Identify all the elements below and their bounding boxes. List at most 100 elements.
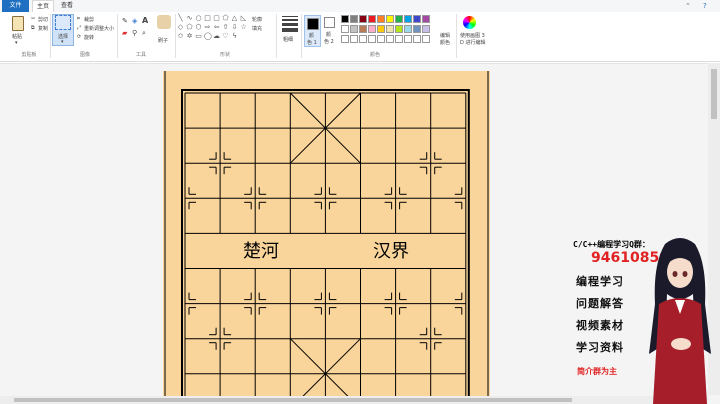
palette-swatch[interactable] <box>422 15 430 23</box>
copy-icon[interactable]: ⧉ <box>31 25 35 31</box>
palette-swatch[interactable] <box>377 25 385 33</box>
palette-swatch[interactable] <box>422 25 430 33</box>
edit-colors-button[interactable]: 编辑 <box>440 32 450 39</box>
lightning-shape-icon[interactable]: ϟ <box>231 33 238 40</box>
palette-swatch[interactable] <box>341 15 349 23</box>
rectangle-shape-icon[interactable]: □ <box>204 15 211 22</box>
ribbon-tab-bar: 文件 主页 查看 ⌃ ? <box>0 0 720 12</box>
drawing-canvas[interactable]: 楚河 汉界 <box>163 71 490 404</box>
palette-swatch[interactable] <box>368 25 376 33</box>
palette-swatch[interactable] <box>359 25 367 33</box>
scrollbar-thumb[interactable] <box>711 69 717 119</box>
resize-icon[interactable]: ⤢ <box>77 25 81 31</box>
eraser-icon[interactable]: ▰ <box>122 29 127 37</box>
chevron-down-icon[interactable]: ▾ <box>61 39 64 45</box>
edit-colors-label-2: 颜色 <box>440 40 451 46</box>
outline-button[interactable]: 轮廓 <box>252 16 262 23</box>
oval-shape-icon[interactable]: ○ <box>195 15 202 22</box>
cut-icon[interactable]: ✂ <box>31 16 35 22</box>
arrow-down-shape-icon[interactable]: ⇩ <box>231 24 238 31</box>
hexagon-shape-icon[interactable]: ⬡ <box>195 24 202 31</box>
pentagon-shape-icon[interactable]: ⬠ <box>186 24 193 31</box>
palette-swatch[interactable] <box>404 25 412 33</box>
palette-swatch[interactable] <box>386 15 394 23</box>
arrow-up-shape-icon[interactable]: ⇧ <box>222 24 229 31</box>
rotate-button[interactable]: 旋转 <box>84 34 94 41</box>
cloud-shape-icon[interactable]: ☁ <box>213 33 220 40</box>
cut-button[interactable]: 剪切 <box>38 16 48 23</box>
palette-swatch[interactable] <box>350 15 358 23</box>
river-label-left: 楚河 <box>243 241 279 262</box>
palette-swatch[interactable] <box>350 35 358 43</box>
diamond-shape-icon[interactable]: ◇ <box>177 24 184 31</box>
chevron-down-icon[interactable]: ▾ <box>15 40 18 46</box>
tab-home[interactable]: 主页 <box>32 0 54 12</box>
magnifier-icon[interactable]: ⌕ <box>142 29 146 38</box>
pencil-icon[interactable]: ✎ <box>122 17 128 25</box>
brushes-button[interactable]: 刷子 <box>158 37 168 44</box>
brush-icon[interactable] <box>157 15 171 29</box>
callout-rect-shape-icon[interactable]: ▭ <box>195 33 202 40</box>
palette-swatch[interactable] <box>368 35 376 43</box>
color2-button[interactable]: 颜 色 2 <box>323 15 337 47</box>
resize-button[interactable]: 重新调整大小 <box>84 25 114 32</box>
paste-icon[interactable] <box>12 16 24 31</box>
rotate-icon[interactable]: ⟳ <box>77 34 81 40</box>
color1-button[interactable]: 颜 色 1 <box>304 15 321 47</box>
fill-icon[interactable]: ◈ <box>132 17 137 25</box>
callout-oval-shape-icon[interactable]: ◯ <box>204 33 212 40</box>
palette-swatch[interactable] <box>359 15 367 23</box>
palette-swatch[interactable] <box>395 25 403 33</box>
scrollbar-thumb[interactable] <box>14 398 572 402</box>
tab-file[interactable]: 文件 <box>2 0 29 12</box>
edit-colors-icon[interactable] <box>463 16 476 29</box>
arrow-right-shape-icon[interactable]: ⇨ <box>204 24 211 31</box>
tab-view[interactable]: 查看 <box>56 0 78 12</box>
palette-swatch[interactable] <box>350 25 358 33</box>
star6-shape-icon[interactable]: ✡ <box>186 33 193 40</box>
palette-swatch[interactable] <box>341 25 349 33</box>
copy-button[interactable]: 复制 <box>38 25 48 32</box>
chevron-up-icon[interactable]: ⌃ <box>685 2 691 10</box>
size-icon[interactable] <box>282 16 298 34</box>
shapes-gallery: ╲ ∿ ○ □ ▢ ⬠ △ ◺ ◇ ⬠ ⬡ ⇨ ⇦ ⇧ ⇩ ☆ ✩ ✡ ▭ ◯ … <box>177 15 251 47</box>
fill-button[interactable]: 填充 <box>252 25 262 32</box>
curve-shape-icon[interactable]: ∿ <box>186 15 193 22</box>
palette-swatch[interactable] <box>413 15 421 23</box>
palette-swatch[interactable] <box>377 15 385 23</box>
palette-swatch[interactable] <box>395 35 403 43</box>
help-icon[interactable]: ? <box>703 2 707 10</box>
line-shape-icon[interactable]: ╲ <box>177 15 184 22</box>
star-shape-icon[interactable]: ☆ <box>240 24 247 31</box>
color1-label: 颜 <box>309 33 315 39</box>
palette-swatch[interactable] <box>359 35 367 43</box>
star5-shape-icon[interactable]: ✩ <box>177 33 184 40</box>
crop-button[interactable]: 裁剪 <box>84 16 94 23</box>
edit-with-paint3d-label-2: D 进行编辑 <box>460 40 486 46</box>
palette-swatch[interactable] <box>404 35 412 43</box>
rounded-rectangle-shape-icon[interactable]: ▢ <box>213 15 220 22</box>
palette-swatch[interactable] <box>368 15 376 23</box>
crop-icon[interactable]: ⌗ <box>77 16 80 22</box>
palette-swatch[interactable] <box>386 35 394 43</box>
arrow-left-shape-icon[interactable]: ⇦ <box>213 24 220 31</box>
palette-swatch[interactable] <box>404 15 412 23</box>
palette-swatch[interactable] <box>413 25 421 33</box>
text-icon[interactable]: A <box>142 16 148 25</box>
palette-swatch[interactable] <box>422 35 430 43</box>
size-button[interactable]: 粗细 <box>283 36 293 43</box>
palette-swatch[interactable] <box>413 35 421 43</box>
palette-swatch[interactable] <box>395 15 403 23</box>
color-picker-icon[interactable]: ⚲ <box>132 29 137 37</box>
palette-swatch[interactable] <box>386 25 394 33</box>
triangle-shape-icon[interactable]: △ <box>231 15 238 22</box>
paste-button[interactable]: 粘贴 <box>12 33 22 40</box>
palette-swatch[interactable] <box>377 35 385 43</box>
right-triangle-shape-icon[interactable]: ◺ <box>240 15 247 22</box>
horizontal-scrollbar[interactable] <box>0 396 708 404</box>
heart-shape-icon[interactable]: ♡ <box>222 33 229 40</box>
polygon-shape-icon[interactable]: ⬠ <box>222 15 229 22</box>
select-icon <box>55 15 71 30</box>
palette-swatch[interactable] <box>341 35 349 43</box>
edit-with-paint3d-button[interactable]: 使用画图 3 <box>460 32 485 39</box>
